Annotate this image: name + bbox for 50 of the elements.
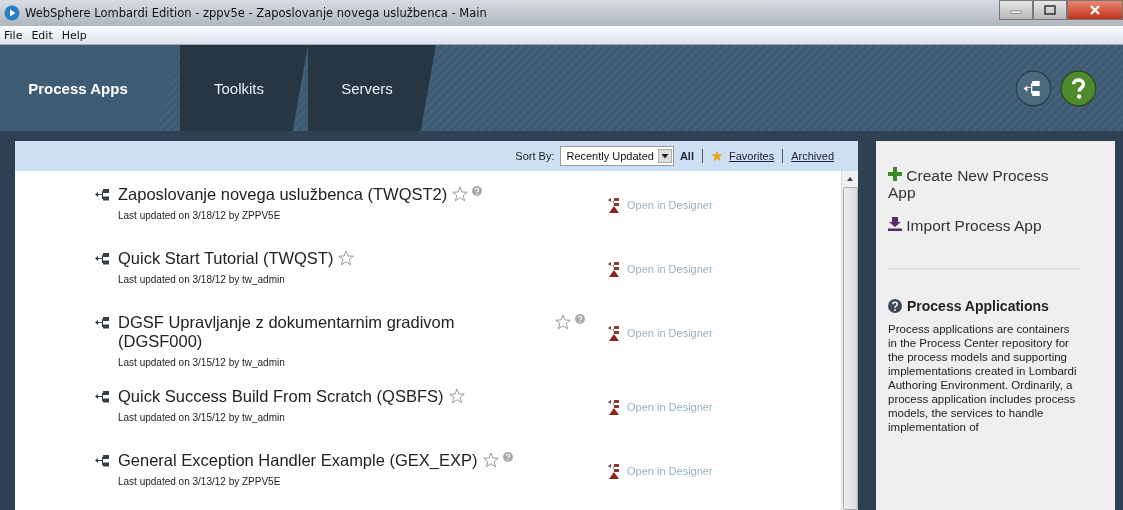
window-title: WebSphere Lombardi Edition - zppv5e - Zaposlovanje novega uslužbenca - Main bbox=[25, 6, 488, 20]
star-icon[interactable] bbox=[482, 452, 499, 468]
help-text: Process applications are containers in the Process Center repository for the process models and supporting implementations created in Lombardi Authoring Environment. Ordinarily, a process application includes process models, the services to handle implementation of bbox=[888, 322, 1078, 434]
side-action-link[interactable]: Create New Process App bbox=[888, 167, 1079, 201]
close-button[interactable] bbox=[1067, 0, 1123, 20]
designer-icon bbox=[607, 325, 621, 341]
sort-label: Sort By: bbox=[515, 150, 555, 162]
maximize-button[interactable] bbox=[1033, 0, 1067, 20]
last-updated-text: Last updated on 3/18/12 by tw_admin bbox=[117, 274, 286, 285]
download-icon bbox=[888, 217, 902, 231]
designer-icon bbox=[607, 399, 621, 415]
help-icon bbox=[888, 299, 902, 313]
last-updated-text: Last updated on 3/15/12 by tw_admin bbox=[117, 412, 286, 423]
app-title[interactable]: Quick Success Build From Scratch (QSBFS) bbox=[118, 387, 444, 406]
filter-link[interactable]: All bbox=[679, 150, 694, 162]
app-title[interactable]: Quick Start Tutorial (TWQST) bbox=[118, 249, 334, 268]
star-icon[interactable] bbox=[338, 250, 355, 266]
filter-link[interactable]: Favorites bbox=[728, 150, 775, 162]
designer-icon bbox=[607, 463, 621, 479]
maximize-icon bbox=[1044, 5, 1056, 15]
plus-icon bbox=[888, 167, 902, 181]
help-icon[interactable] bbox=[1060, 69, 1097, 107]
close-icon bbox=[1089, 5, 1101, 15]
nav-tab[interactable]: Toolkits bbox=[180, 45, 308, 131]
star-icon[interactable] bbox=[452, 186, 469, 202]
star-icon bbox=[710, 150, 723, 162]
app-title[interactable]: DGSF Upravljanje z dokumentarnim gradivom (DGSF000) bbox=[118, 313, 518, 351]
last-updated-text: Last updated on 3/15/12 by tw_admin bbox=[117, 357, 286, 368]
filter-link[interactable]: Archived bbox=[791, 150, 834, 162]
help-title: Process Applications bbox=[907, 298, 1049, 314]
nav-tab[interactable]: Process Apps bbox=[0, 45, 180, 131]
process-tree-icon[interactable] bbox=[1015, 69, 1052, 107]
caret-icon bbox=[657, 149, 672, 163]
app-title[interactable]: Zaposlovanje novega uslužbenca (TWQST2) bbox=[118, 185, 448, 204]
menu-item[interactable]: File bbox=[4, 28, 23, 42]
star-icon[interactable] bbox=[448, 388, 465, 404]
sort-dropdown[interactable]: Recently Updated bbox=[560, 146, 674, 166]
menu-item[interactable]: Edit bbox=[31, 28, 53, 42]
designer-icon bbox=[607, 197, 621, 213]
side-action-link[interactable]: Import Process App bbox=[888, 217, 1079, 234]
app-icon bbox=[4, 5, 20, 21]
menu-item[interactable]: Help bbox=[61, 28, 87, 42]
scrollbar[interactable] bbox=[841, 171, 858, 510]
designer-icon bbox=[607, 261, 621, 277]
last-updated-text: Last updated on 3/18/12 by ZPPV5E bbox=[117, 210, 282, 221]
app-title[interactable]: General Exception Handler Example (GEX_EXP) bbox=[118, 451, 478, 470]
minimize-button[interactable] bbox=[999, 0, 1033, 20]
nav-tab[interactable]: Servers bbox=[308, 45, 436, 131]
star-icon[interactable] bbox=[555, 314, 571, 330]
last-updated-text: Last updated on 3/13/12 by ZPPV5E bbox=[117, 476, 282, 487]
